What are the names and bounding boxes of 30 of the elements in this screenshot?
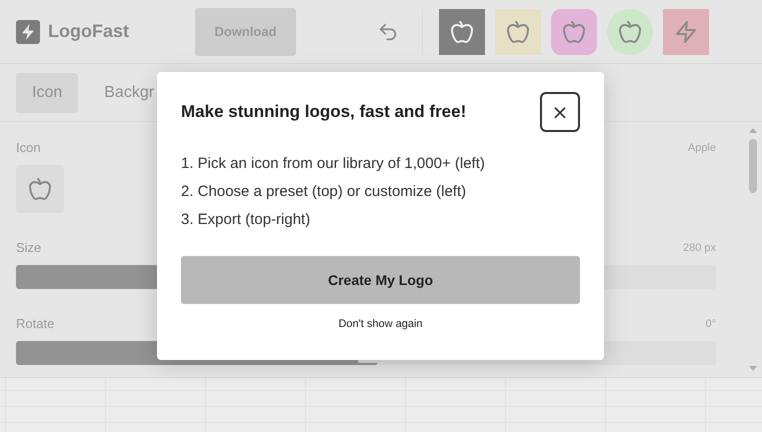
logo-text: LogoFast <box>48 21 129 42</box>
preset-tile[interactable] <box>439 8 485 54</box>
slider-reading: 280 px <box>682 242 716 254</box>
apple-icon <box>562 20 586 44</box>
field-label: Rotate <box>16 316 54 331</box>
field-label: Icon <box>16 140 41 155</box>
close-button[interactable]: × <box>540 92 580 132</box>
apple-icon <box>450 20 474 44</box>
apple-icon <box>28 177 52 201</box>
create-logo-button[interactable]: Create My Logo <box>181 256 580 304</box>
step-text: 2. Choose a preset (top) or customize (left) <box>181 182 468 202</box>
step-text: 1. Pick an icon from our library of 1,000+ (left) <box>181 154 486 174</box>
icon-name: Apple <box>688 142 716 154</box>
bolt-icon <box>674 20 698 44</box>
preset-tile[interactable] <box>663 8 709 54</box>
scroll-up-icon <box>749 128 757 133</box>
preset-tile[interactable] <box>551 8 597 54</box>
scroll-down-icon <box>749 366 757 371</box>
field-label: Size <box>16 240 42 255</box>
scroll-thumb[interactable] <box>749 139 757 193</box>
apple-icon <box>506 20 530 44</box>
dont-show-link[interactable]: Don't show again <box>336 316 425 332</box>
logo-icon <box>16 20 40 44</box>
preset-tile[interactable] <box>607 8 653 54</box>
icon-picker[interactable] <box>16 165 64 213</box>
dialog-title: Make stunning logos, fast and free! <box>181 102 466 122</box>
slider-reading: 0° <box>705 318 716 330</box>
step-text: 3. Export (top-right) <box>181 210 312 230</box>
preset-tile[interactable] <box>495 8 541 54</box>
apple-icon <box>618 20 642 44</box>
